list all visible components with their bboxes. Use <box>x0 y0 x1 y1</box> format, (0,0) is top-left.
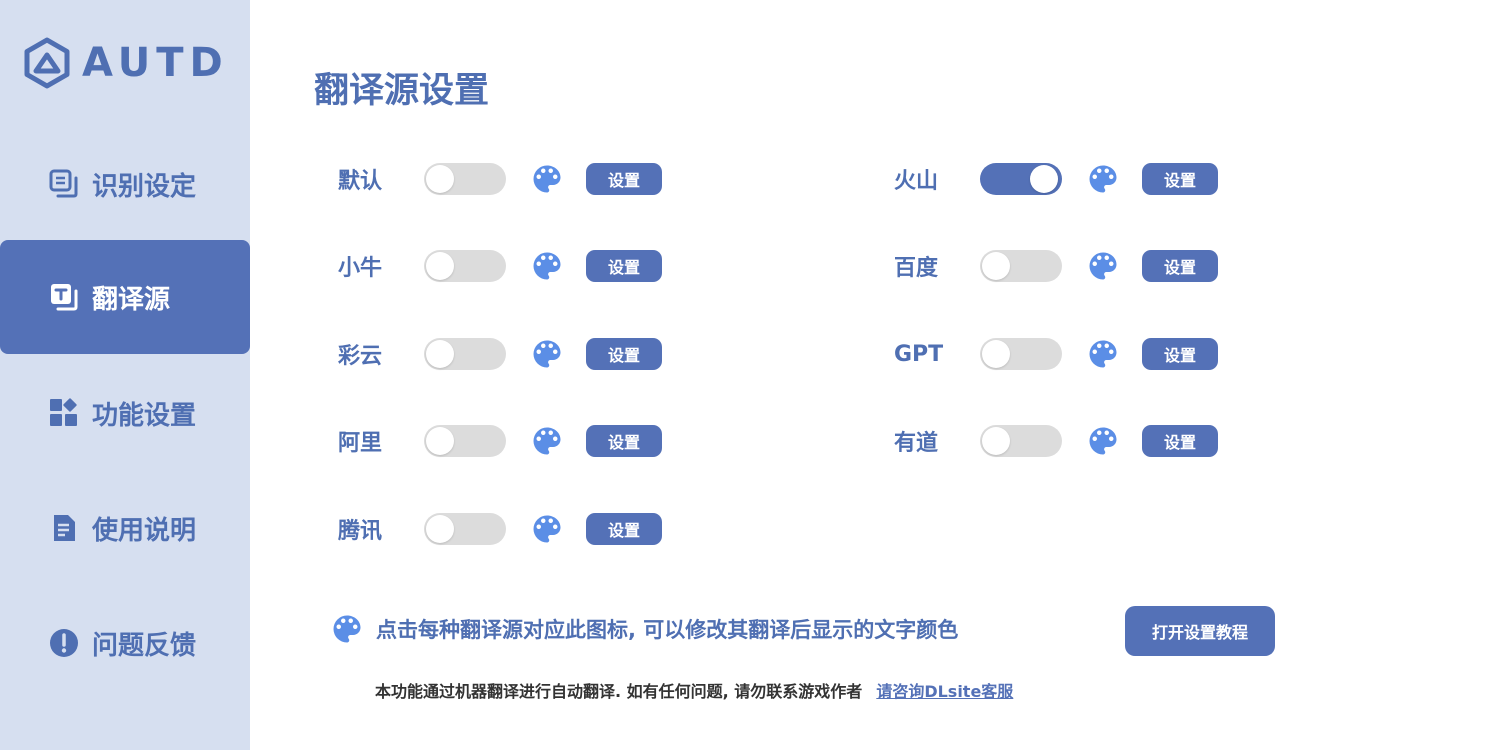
toggle-knob <box>982 252 1010 280</box>
palette-icon <box>328 610 366 648</box>
settings-button[interactable]: 设置 <box>1142 338 1218 370</box>
source-name: 腾讯 <box>338 519 383 544</box>
source-row: 阿里 设置 <box>338 423 662 459</box>
sidebar-item-translation-source[interactable]: 翻译源 <box>0 240 250 354</box>
open-tutorial-button[interactable]: 打开设置教程 <box>1125 606 1275 656</box>
settings-button[interactable]: 设置 <box>1142 163 1218 195</box>
palette-icon[interactable] <box>1084 247 1122 285</box>
translate-icon <box>48 281 80 313</box>
source-name: 小牛 <box>338 256 383 281</box>
toggle-knob <box>426 340 454 368</box>
widgets-icon <box>48 397 80 429</box>
sidebar-item-feedback[interactable]: 问题反馈 <box>0 586 250 700</box>
settings-button[interactable]: 设置 <box>586 338 662 370</box>
disclaimer-text: 本功能通过机器翻译进行自动翻译. 如有任何问题, 请勿联系游戏作者 <box>375 682 863 701</box>
source-row: 百度 设置 <box>894 248 1218 284</box>
source-name: 百度 <box>894 256 939 281</box>
source-toggle[interactable] <box>980 338 1062 370</box>
sidebar-item-label: 问题反馈 <box>92 630 197 661</box>
document-icon <box>48 512 80 544</box>
palette-icon[interactable] <box>528 335 566 373</box>
settings-button[interactable]: 设置 <box>1142 425 1218 457</box>
footer: 本功能通过机器翻译进行自动翻译. 如有任何问题, 请勿联系游戏作者 请咨询DLs… <box>375 678 1013 702</box>
hint-text: 点击每种翻译源对应此图标, 可以修改其翻译后显示的文字颜色 <box>376 618 959 642</box>
sidebar-item-feature-settings[interactable]: 功能设置 <box>0 356 250 470</box>
source-name: 火山 <box>894 169 939 194</box>
source-row: 有道 设置 <box>894 423 1218 459</box>
settings-button[interactable]: 设置 <box>586 513 662 545</box>
source-row: 小牛 设置 <box>338 248 662 284</box>
sidebar-item-instructions[interactable]: 使用说明 <box>0 471 250 585</box>
source-row: 腾讯 设置 <box>338 511 662 547</box>
source-toggle[interactable] <box>980 425 1062 457</box>
dlsite-support-link[interactable]: 请咨询DLsite客服 <box>876 678 1013 702</box>
source-row: 默认 设置 <box>338 161 662 197</box>
sidebar-item-label: 功能设置 <box>92 400 197 431</box>
palette-icon[interactable] <box>1084 335 1122 373</box>
page-title: 翻译源设置 <box>314 71 490 111</box>
source-name: GPT <box>894 341 944 367</box>
sidebar-item-label: 识别设定 <box>92 171 197 202</box>
toggle-knob <box>426 252 454 280</box>
source-name: 彩云 <box>338 344 383 369</box>
settings-button[interactable]: 设置 <box>1142 250 1218 282</box>
alert-icon <box>48 627 80 659</box>
source-row: 彩云 设置 <box>338 336 662 372</box>
app-logo: AUTD <box>24 36 229 90</box>
toggle-knob <box>982 340 1010 368</box>
source-row: GPT 设置 <box>894 336 1218 372</box>
sidebar-item-recognition[interactable]: 识别设定 <box>0 127 250 241</box>
palette-icon[interactable] <box>528 160 566 198</box>
toggle-knob <box>426 165 454 193</box>
source-name: 阿里 <box>338 431 383 456</box>
scan-copy-icon <box>48 168 80 200</box>
source-toggle[interactable] <box>424 513 506 545</box>
sidebar-item-label: 使用说明 <box>92 515 197 546</box>
sidebar-item-label: 翻译源 <box>92 284 171 315</box>
source-toggle[interactable] <box>980 163 1062 195</box>
toggle-knob <box>1030 165 1058 193</box>
toggle-knob <box>426 515 454 543</box>
source-toggle[interactable] <box>424 163 506 195</box>
logo-icon <box>24 37 70 89</box>
source-name: 有道 <box>894 431 939 456</box>
palette-icon[interactable] <box>528 422 566 460</box>
source-toggle[interactable] <box>980 250 1062 282</box>
settings-button[interactable]: 设置 <box>586 250 662 282</box>
settings-button[interactable]: 设置 <box>586 163 662 195</box>
color-hint: 点击每种翻译源对应此图标, 可以修改其翻译后显示的文字颜色 <box>328 610 958 648</box>
source-toggle[interactable] <box>424 425 506 457</box>
palette-icon[interactable] <box>1084 160 1122 198</box>
sidebar: AUTD 识别设定 翻译源 功能设置 使用说明 问题反馈 <box>0 0 250 750</box>
palette-icon[interactable] <box>1084 422 1122 460</box>
source-toggle[interactable] <box>424 250 506 282</box>
source-toggle[interactable] <box>424 338 506 370</box>
toggle-knob <box>982 427 1010 455</box>
source-row: 火山 设置 <box>894 161 1218 197</box>
settings-button[interactable]: 设置 <box>586 425 662 457</box>
source-name: 默认 <box>338 169 383 194</box>
toggle-knob <box>426 427 454 455</box>
logo-text: AUTD <box>82 40 229 86</box>
palette-icon[interactable] <box>528 510 566 548</box>
palette-icon[interactable] <box>528 247 566 285</box>
